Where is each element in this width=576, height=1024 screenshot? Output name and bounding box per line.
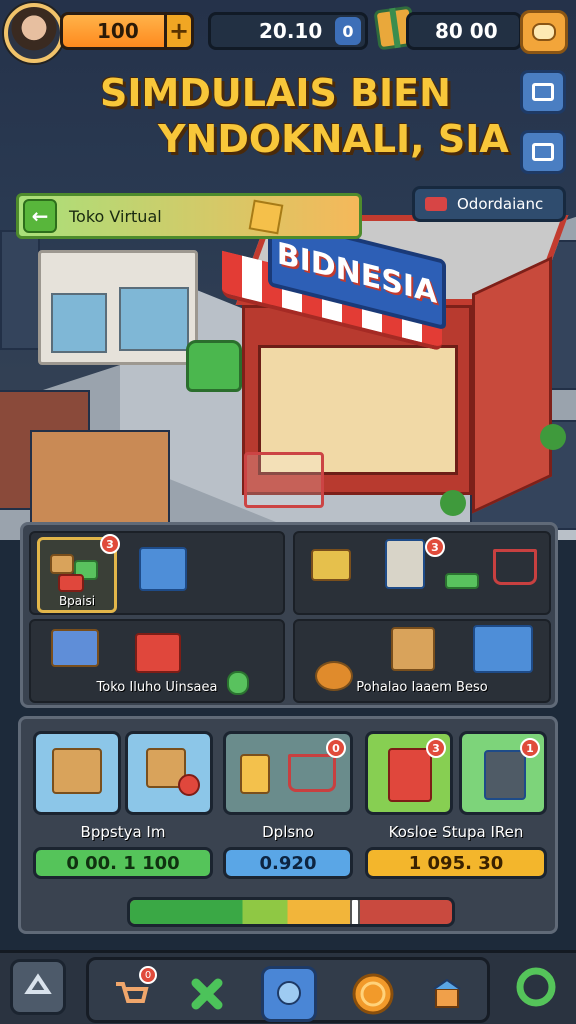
back-arrow-icon[interactable]: ← (23, 199, 57, 233)
player-avatar[interactable] (4, 3, 64, 63)
game-title: SIMDULAIS BIEN YNDOKNALI, SIA (100, 70, 510, 162)
nav-cart-button[interactable]: 0 (103, 966, 159, 1022)
inventory-panel: 3 Bpaisi Toko Iluho Uinsaea 3 Pohalao Ia… (20, 522, 558, 708)
shop-icon (433, 978, 461, 1008)
tablet-icon[interactable] (139, 547, 187, 591)
location-banner[interactable]: ← Toko Virtual (16, 193, 362, 239)
category-bpaisi[interactable]: 3 Bpaisi (37, 534, 120, 613)
inventory-row-bottom-left: Toko Iluho Uinsaea (29, 619, 285, 703)
gems-value: 80 00 (435, 19, 498, 43)
group1-price-button[interactable]: 0 00. 1 100 (33, 847, 213, 879)
shop-window (51, 293, 107, 353)
shop-panel: Bppstya Im 0 00. 1 100 0 Dplsno 0.920 3 … (18, 716, 558, 934)
category-label: Bpaisi (58, 594, 96, 608)
stacked-boxes-icon[interactable] (473, 625, 533, 673)
gems-counter: 80 00 (406, 12, 522, 50)
package-icon[interactable] (51, 629, 99, 667)
plant-icon (540, 424, 566, 450)
panel-right-label: Pohalao Iaaem Beso (356, 680, 488, 695)
banner-label: Toko Virtual (69, 206, 162, 226)
chips-icon[interactable] (311, 549, 351, 581)
cart-icon[interactable] (493, 549, 537, 585)
nav-chat-button[interactable] (261, 966, 317, 1022)
fridge-icon[interactable] (385, 539, 425, 589)
progress-handle[interactable] (350, 900, 361, 924)
trash-can-icon (240, 754, 270, 794)
progress-fill (130, 900, 356, 924)
nav-bar-inner: 0 (86, 957, 490, 1023)
boxes-icon (58, 574, 84, 592)
shop-card-boxes[interactable] (33, 731, 121, 815)
shopping-cart-scene (244, 452, 324, 508)
shop-card-fridge[interactable]: 3 (365, 731, 453, 815)
card-badge: 0 (326, 738, 346, 758)
group2-price-button[interactable]: 0.920 (223, 847, 353, 879)
recycle-button[interactable] (10, 959, 66, 1015)
coins-counter: 100 + (60, 12, 194, 50)
title-line-2: YNDOKNALI, SIA (158, 117, 509, 161)
nav-coin-button[interactable] (345, 966, 401, 1022)
boxes-icon (50, 554, 74, 574)
group1-label: Bppstya Im (80, 823, 166, 841)
tag-button-label: Odordaianc (457, 195, 544, 213)
nav-puzzle-button[interactable] (179, 966, 235, 1022)
nav-cart-badge: 0 (139, 966, 157, 984)
cardboard-box-icon[interactable] (391, 627, 435, 671)
progress-bar (127, 897, 455, 927)
recycle-icon (24, 973, 52, 994)
package-icon[interactable] (445, 573, 479, 589)
shop-card-cart[interactable]: 0 (223, 731, 353, 815)
group2-label: Dplsno (262, 823, 314, 841)
green-car (186, 340, 242, 392)
group3-price-button[interactable]: 1 095. 30 (365, 847, 547, 879)
chat-icon (277, 981, 301, 1005)
card-badge: 1 (520, 738, 540, 758)
cube-icon (248, 199, 284, 235)
inventory-row-top-left: 3 Bpaisi (29, 531, 285, 615)
bottom-nav: 0 (0, 950, 576, 1024)
background-building (0, 230, 40, 350)
display-screen-icon (484, 750, 526, 800)
boxes-icon (52, 748, 102, 794)
refresh-icon (516, 967, 556, 1007)
item-badge: 3 (425, 537, 445, 557)
money-counter: 20.10 0 (208, 12, 368, 50)
shop-card-delivery[interactable] (125, 731, 213, 815)
tag-icon (178, 774, 200, 796)
refresh-button[interactable] (508, 959, 564, 1015)
group3-label: Kosloe Stupa IRen (388, 823, 524, 841)
plant-icon (440, 490, 466, 516)
chat-button[interactable] (520, 10, 568, 54)
orange-building (30, 430, 170, 530)
ticket-icon (425, 197, 447, 211)
title-line-1: SIMDULAIS BIEN (100, 71, 451, 115)
shop-card-display[interactable]: 1 (459, 731, 547, 815)
calendar-button[interactable] (520, 130, 566, 174)
money-badge: 0 (335, 17, 361, 45)
add-coins-button[interactable]: + (164, 12, 194, 50)
layers-icon (532, 83, 554, 101)
category-badge: 3 (100, 534, 120, 554)
shop-window (119, 287, 189, 351)
coins-value: 100 (97, 19, 139, 43)
layers-button[interactable] (520, 70, 566, 114)
tag-button[interactable]: Odordaianc (412, 186, 566, 222)
nav-shop-button[interactable] (419, 966, 475, 1022)
chat-bubble-icon (532, 23, 556, 41)
small-shop-building[interactable] (38, 250, 198, 365)
store-side-wall (472, 256, 552, 514)
coin-icon (352, 973, 394, 1015)
panel-left-label: Toko Iluho Uinsaea (96, 680, 218, 695)
vending-machine-icon (388, 748, 432, 802)
card-badge: 3 (426, 738, 446, 758)
puzzle-icon (191, 978, 223, 1010)
inventory-row-top-right: 3 (293, 531, 551, 615)
cart-icon (116, 982, 149, 1003)
cart-icon (288, 754, 336, 792)
money-value: 20.10 (259, 19, 323, 43)
inventory-row-bottom-right: Pohalao Iaaem Beso (293, 619, 551, 703)
shelf-icon[interactable] (135, 633, 181, 673)
calendar-icon (532, 143, 554, 161)
